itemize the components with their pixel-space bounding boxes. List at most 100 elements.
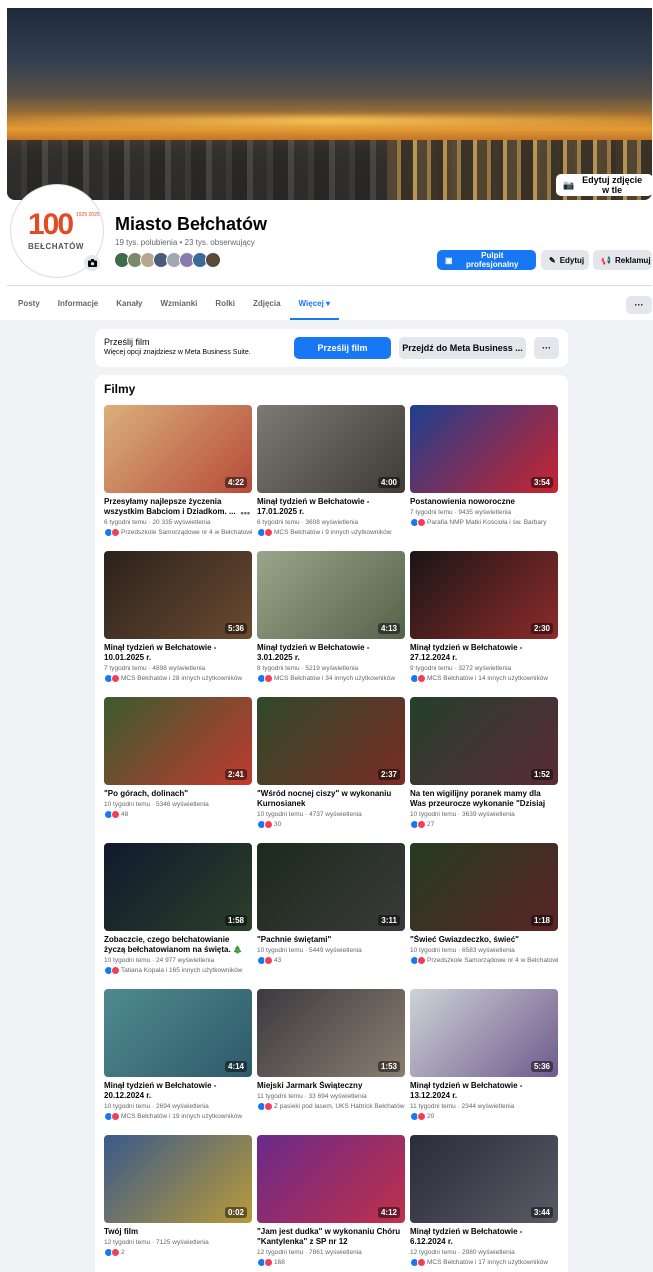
video-card[interactable]: 5:36 Minął tydzień w Bełchatowie - 13.12.… [410,989,558,1135]
video-title[interactable]: Minął tydzień w Bełchatowie - 10.01.2025… [104,643,252,663]
video-title[interactable]: "Jam jest dudka" w wykonaniu Chóru "Kant… [257,1227,405,1247]
video-title[interactable]: Twój film [104,1227,252,1237]
video-thumbnail[interactable]: 1:18 [410,843,558,931]
tabs-overflow-button[interactable]: ··· [626,296,652,314]
video-reactions[interactable]: Przedszkole Samorządowe nr 4 w Bełchatow… [104,528,252,537]
edit-page-button[interactable]: ✎ Edytuj [541,250,589,270]
video-thumbnail[interactable]: 4:14 [104,989,252,1077]
video-title[interactable]: Na ten wigilijny poranek mamy dla Was pr… [410,789,558,809]
page-stats[interactable]: 19 tys. polubienia • 23 tys. obserwujący [115,238,255,247]
tab-photos[interactable]: Zdjęcia [244,290,290,320]
video-card[interactable]: 3:11 "Pachnie świętami" 10 tygodni temu · … [257,843,405,989]
tab-more[interactable]: Więcej ▾ [289,290,340,320]
tab-channels[interactable]: Kanały [107,290,151,320]
video-card[interactable]: 4:14 Minął tydzień w Bełchatowie - 20.12.… [104,989,252,1135]
video-thumbnail[interactable]: 4:12 [257,1135,405,1223]
video-card[interactable]: 3:44 Minął tydzień w Bełchatowie - 6.12.2… [410,1135,558,1272]
video-card[interactable]: 2:37 "Wśród nocnej ciszy" w wykonaniu Kur… [257,697,405,843]
video-reactions[interactable]: 2 [104,1248,252,1257]
advertise-button[interactable]: 📢 Reklamuj [593,250,652,270]
video-thumbnail[interactable]: 3:11 [257,843,405,931]
video-reactions[interactable]: Tatiana Kopala i 165 innych użytkowników [104,966,252,975]
video-card[interactable]: 4:00 Minął tydzień w Bełchatowie - 17.01.… [257,405,405,551]
video-card[interactable]: 4:13 Minął tydzień w Bełchatowie - 3.01.2… [257,551,405,697]
video-reactions[interactable]: MCS Bełchatów i 19 innych użytkowników [104,1112,252,1121]
video-thumbnail[interactable]: 2:37 [257,697,405,785]
video-reactions[interactable]: Z pasieki pod lasem, UKS Hattrick Bełcha… [257,1102,405,1111]
video-thumbnail[interactable]: 2:41 [104,697,252,785]
video-thumbnail[interactable]: 4:00 [257,405,405,493]
professional-dashboard-button[interactable]: ▣ Pulpit profesjonalny [437,250,536,270]
upload-video-button[interactable]: Prześlij film [294,337,391,359]
video-card[interactable]: 2:30 Minął tydzień w Bełchatowie - 27.12.… [410,551,558,697]
video-title[interactable]: Minął tydzień w Bełchatowie - 13.12.2024… [410,1081,558,1101]
video-reactions[interactable]: MCS Bełchatów i 17 innych użytkowników [410,1258,558,1267]
video-title[interactable]: Minął tydzień w Bełchatowie - 27.12.2024… [410,643,558,663]
video-title[interactable]: Przesyłamy najlepsze życzenia wszystkim … [104,497,252,517]
video-thumbnail[interactable]: 1:53 [257,989,405,1077]
follower-avatar[interactable] [205,252,221,268]
video-title[interactable]: "Świeć Gwiazdeczko, świeć" [410,935,558,945]
video-title[interactable]: Miejski Jarmark Świąteczny [257,1081,405,1091]
video-card[interactable]: 0:02 Twój film 12 tygodni temu · 7125 wyśw… [104,1135,252,1272]
video-card[interactable]: 1:53 Miejski Jarmark Świąteczny 11 tygodni… [257,989,405,1135]
cover-photo[interactable] [7,8,652,200]
tab-reels[interactable]: Rolki [206,290,244,320]
video-reactions[interactable]: 27 [410,820,558,829]
video-thumbnail[interactable]: 5:36 [104,551,252,639]
video-card[interactable]: 1:18 "Świeć Gwiazdeczko, świeć" 10 tygodni… [410,843,558,989]
video-thumbnail[interactable]: 4:22 [104,405,252,493]
avatar-camera-icon[interactable] [84,255,100,271]
video-card[interactable]: 5:36 Minął tydzień w Bełchatowie - 10.01.… [104,551,252,697]
video-card[interactable]: 2:41 "Po górach, dolinach" 10 tygodni temu… [104,697,252,843]
video-reactions[interactable]: 168 [257,1258,405,1267]
video-card[interactable]: 1:52 Na ten wigilijny poranek mamy dla Wa… [410,697,558,843]
upload-more-button[interactable]: ··· [534,337,559,359]
video-reactions[interactable]: Przedszkole Samorządowe nr 4 w Bełchatow… [410,956,558,965]
video-thumbnail[interactable]: 1:52 [410,697,558,785]
tab-about[interactable]: Informacje [49,290,107,320]
video-title[interactable]: Minął tydzień w Bełchatowie - 3.01.2025 … [257,643,405,663]
video-thumbnail[interactable]: 0:02 [104,1135,252,1223]
reaction-summary: 30 [274,821,282,828]
video-reactions[interactable]: 30 [257,820,405,829]
tab-mentions[interactable]: Wzmianki [152,290,207,320]
reaction-summary: Parafia NMP Matki Kościoła i św. Barbary [427,519,547,526]
video-reactions[interactable]: MCS Bełchatów i 28 innych użytkowników [104,674,252,683]
video-reactions[interactable]: 20 [410,1112,558,1121]
video-reactions[interactable]: MCS Bełchatów i 34 innych użytkowników [257,674,405,683]
video-card[interactable]: 3:54 Postanowienia noworoczne 7 tygodni te… [410,405,558,551]
cover-sunset [7,116,652,126]
edit-cover-button[interactable]: 📷 Edytuj zdjęcie w tle [556,174,653,196]
video-title[interactable]: Postanowienia noworoczne [410,497,558,507]
video-title[interactable]: Minął tydzień w Bełchatowie - 17.01.2025… [257,497,405,517]
logo-text: BEŁCHATÓW [28,242,84,251]
video-duration: 3:54 [530,477,553,488]
video-reactions[interactable]: MCS Bełchatów i 9 innych użytkowników [257,528,405,537]
video-title[interactable]: Minął tydzień w Bełchatowie - 6.12.2024 … [410,1227,558,1247]
tab-posts[interactable]: Posty [0,290,49,320]
video-title[interactable]: "Po górach, dolinach" [104,789,252,799]
reaction-summary: 27 [427,821,435,828]
meta-business-suite-button[interactable]: Przejdź do Meta Business ... [399,337,526,359]
video-thumbnail[interactable]: 1:58 [104,843,252,931]
video-title[interactable]: "Pachnie świętami" [257,935,405,945]
video-reactions[interactable]: Parafia NMP Matki Kościoła i św. Barbary [410,518,558,527]
video-more-icon[interactable]: ••• [241,508,250,518]
video-card[interactable]: 4:22 Przesyłamy najlepsze życzenia wszyst… [104,405,252,551]
video-reactions[interactable]: 43 [257,956,405,965]
video-thumbnail[interactable]: 5:36 [410,989,558,1077]
video-thumbnail[interactable]: 3:54 [410,405,558,493]
video-reactions[interactable]: MCS Bełchatów i 14 innych użytkowników [410,674,558,683]
follower-avatars[interactable] [114,252,221,268]
video-card[interactable]: 1:58 Zobaczcie, czego bełchatowianie życz… [104,843,252,989]
video-thumbnail[interactable]: 4:13 [257,551,405,639]
video-title[interactable]: Zobaczcie, czego bełchatowianie życzą be… [104,935,252,955]
video-thumbnail[interactable]: 3:44 [410,1135,558,1223]
video-card[interactable]: 4:12 "Jam jest dudka" w wykonaniu Chóru "… [257,1135,405,1272]
video-title[interactable]: "Wśród nocnej ciszy" w wykonaniu Kurnosi… [257,789,405,809]
video-thumbnail[interactable]: 2:30 [410,551,558,639]
video-reactions[interactable]: 48 [104,810,252,819]
video-title[interactable]: Minął tydzień w Bełchatowie - 20.12.2024… [104,1081,252,1101]
reaction-summary: MCS Bełchatów i 34 innych użytkowników [274,675,396,682]
